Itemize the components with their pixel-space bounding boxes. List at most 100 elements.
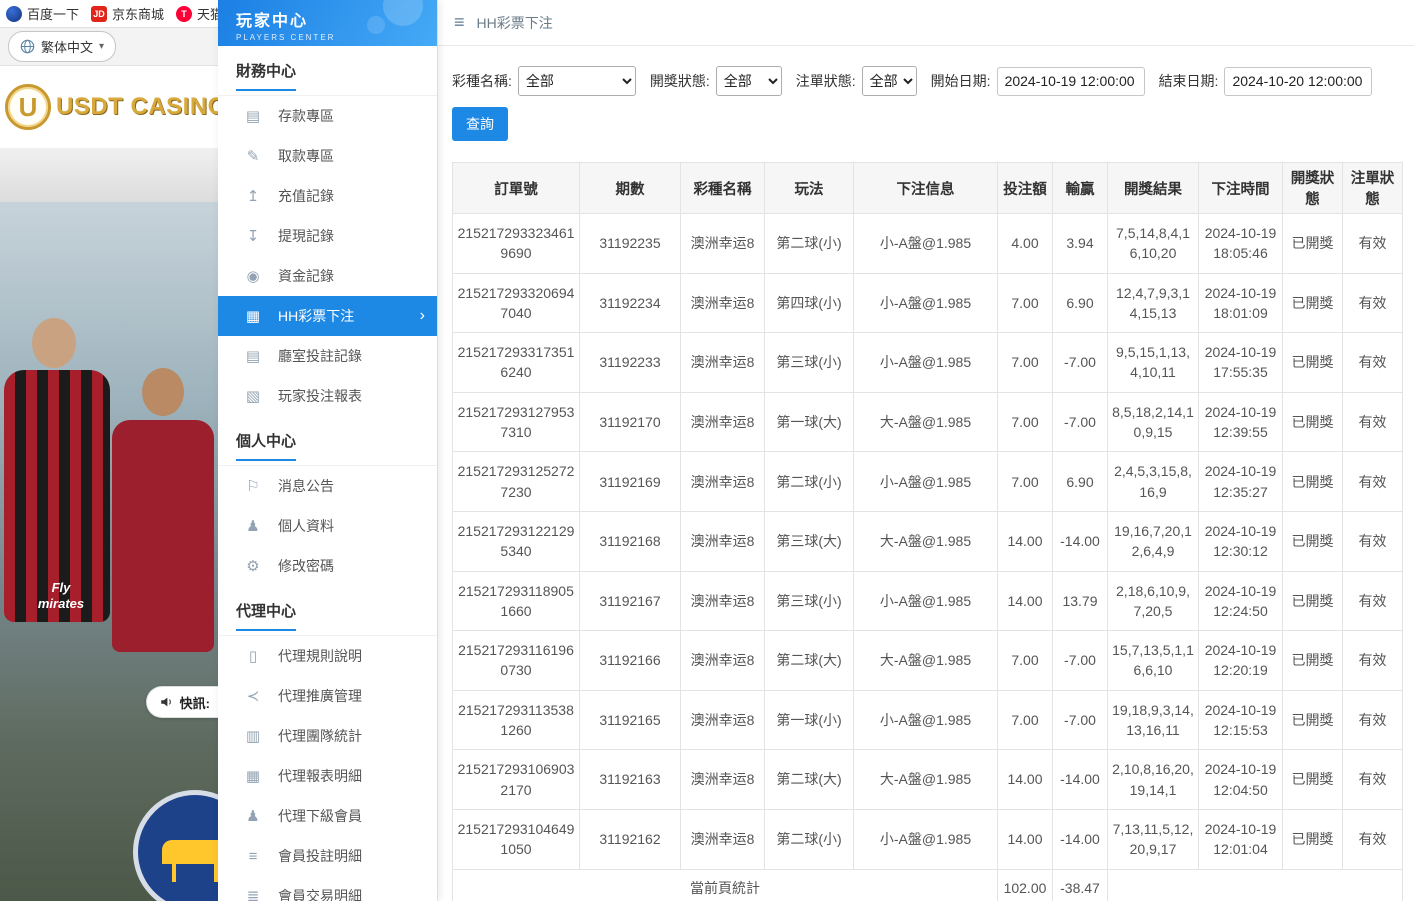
bookmark-item[interactable]: JD京东商城 (91, 4, 164, 23)
sidebar-item-recharge-record[interactable]: ↥充值記錄 (218, 176, 437, 216)
hero-strip (0, 148, 218, 202)
bookmark-item[interactable]: 百度一下 (6, 4, 79, 23)
sidebar-item-share[interactable]: ≺ 代理推廣管理 (218, 676, 437, 716)
sub-members-icon: ♟ (244, 807, 262, 825)
speaker-icon (159, 695, 174, 709)
ticker-label: 快訊: (180, 693, 210, 712)
query-button[interactable]: 查詢 (452, 107, 508, 141)
sidebar-item-hall-bet-record[interactable]: ▤廳室投註記錄 (218, 336, 437, 376)
play-cell: 第二球(大) (765, 631, 854, 691)
order-status-cell: 有效 (1343, 452, 1403, 512)
table-row: 215217293317351624031192233澳洲幸运8第三球(小)小-… (453, 333, 1403, 393)
order-status-cell: 有效 (1343, 392, 1403, 452)
sidebar-item-label: 代理推廣管理 (278, 686, 362, 706)
sidebar-item-lottery-bet[interactable]: ▦HH彩票下注› (218, 296, 437, 336)
sidebar-item-member-trade-detail[interactable]: ≣會員交易明細 (218, 876, 437, 901)
bet-amount-cell: 7.00 (998, 631, 1053, 691)
lottery-name-cell: 澳洲幸运8 (681, 750, 765, 810)
win-loss-cell: -7.00 (1053, 631, 1108, 691)
language-selector[interactable]: 繁体中文 ▾ (8, 31, 116, 62)
sidebar-item-label: 修改密碼 (278, 556, 334, 576)
sidebar-item-agent-report[interactable]: ▦代理報表明細 (218, 756, 437, 796)
sidebar-item-bell[interactable]: ⚐消息公告 (218, 466, 437, 506)
bet-info-cell: 大-A盤@1.985 (854, 511, 998, 571)
bets-table-wrap: 訂單號期數彩種名稱玩法下注信息投注額輸贏開獎結果下注時間開獎狀態注單狀態 215… (452, 162, 1400, 901)
column-header: 下注時間 (1199, 163, 1283, 214)
draw-result-cell: 15,7,13,5,1,16,6,10 (1108, 631, 1199, 691)
period-cell: 31192162 (580, 809, 681, 869)
menu-toggle-icon[interactable]: ≡ (454, 12, 465, 33)
sidebar-item-doc[interactable]: ▯代理規則說明 (218, 636, 437, 676)
gear-icon: ⚙ (244, 557, 262, 575)
page-title: HH彩票下注 (477, 13, 553, 33)
lottery-bet-icon: ▦ (244, 307, 262, 325)
order-status-cell: 有效 (1343, 571, 1403, 631)
sidebar-item-label: 充值記錄 (278, 186, 334, 206)
period-cell: 31192163 (580, 750, 681, 810)
column-header: 注單狀態 (1343, 163, 1403, 214)
sidebar-item-deposit[interactable]: ▤存款專區 (218, 96, 437, 136)
win-loss-cell: -7.00 (1053, 333, 1108, 393)
sidebar-item-user[interactable]: ♟個人資料 (218, 506, 437, 546)
bet-time-cell: 2024-10-19 18:05:46 (1199, 214, 1283, 274)
table-row: 215217293122129534031192168澳洲幸运8第三球(大)大-… (453, 511, 1403, 571)
draw-status-cell: 已開獎 (1283, 690, 1343, 750)
bet-time-cell: 2024-10-19 12:01:04 (1199, 809, 1283, 869)
sidebar-item-label: 消息公告 (278, 476, 334, 496)
draw-status-select[interactable]: 全部 (716, 66, 782, 96)
sidebar-item-bet-report[interactable]: ▧玩家投注報表 (218, 376, 437, 416)
bet-info-cell: 大-A盤@1.985 (854, 750, 998, 810)
start-date-input[interactable] (997, 67, 1145, 96)
table-row: 215217293104649105031192162澳洲幸运8第二球(小)小-… (453, 809, 1403, 869)
lottery-select[interactable]: 全部 (518, 66, 636, 96)
sidebar-section-title: 個人中心 (218, 430, 437, 466)
start-date-label: 開始日期: (931, 71, 991, 91)
sidebar-item-member-bet-detail[interactable]: ≡會員投註明細 (218, 836, 437, 876)
sidebar-item-withdraw[interactable]: ✎取款專區 (218, 136, 437, 176)
draw-status-cell: 已開獎 (1283, 452, 1343, 512)
draw-status-cell: 已開獎 (1283, 273, 1343, 333)
user-icon: ♟ (244, 517, 262, 535)
sidebar-item-team-stats[interactable]: ▥代理團隊統計 (218, 716, 437, 756)
draw-result-cell: 7,5,14,8,4,16,10,20 (1108, 214, 1199, 274)
sidebar-item-gear[interactable]: ⚙ 修改密碼 (218, 546, 437, 586)
sidebar-item-cashout-record[interactable]: ↧提現記錄 (218, 216, 437, 256)
bet-amount-cell: 4.00 (998, 214, 1053, 274)
order-status-select[interactable]: 全部 (862, 66, 917, 96)
bet-amount-cell: 7.00 (998, 690, 1053, 750)
bet-amount-cell: 7.00 (998, 273, 1053, 333)
sidebar-item-label: 存款專區 (278, 106, 334, 126)
draw-result-cell: 7,13,11,5,12,20,9,17 (1108, 809, 1199, 869)
summary-row: 當前頁統計102.00-38.47 (453, 869, 1403, 901)
lottery-name-cell: 澳洲幸运8 (681, 333, 765, 393)
order-no-cell: 2152172933206947040 (453, 273, 580, 333)
bet-time-cell: 2024-10-19 12:30:12 (1199, 511, 1283, 571)
order-status-cell: 有效 (1343, 631, 1403, 691)
member-trade-detail-icon: ≣ (244, 887, 262, 901)
news-ticker[interactable]: 快訊: (146, 686, 218, 718)
end-date-input[interactable] (1224, 67, 1372, 96)
column-header: 開獎結果 (1108, 163, 1199, 214)
site-logo[interactable]: U USDT CASINO (0, 66, 218, 148)
win-loss-cell: -14.00 (1053, 750, 1108, 810)
order-no-cell: 2152172931069032170 (453, 750, 580, 810)
bet-info-cell: 大-A盤@1.985 (854, 392, 998, 452)
order-status-cell: 有效 (1343, 511, 1403, 571)
draw-result-cell: 9,5,15,1,13,4,10,11 (1108, 333, 1199, 393)
column-header: 彩種名稱 (681, 163, 765, 214)
photo-player-left-shirt: Fly mirates (4, 370, 110, 622)
draw-result-cell: 19,16,7,20,12,6,4,9 (1108, 511, 1199, 571)
baidu-favicon (6, 6, 22, 22)
bet-info-cell: 小-A盤@1.985 (854, 571, 998, 631)
column-header: 投注額 (998, 163, 1053, 214)
bridge-icon (162, 840, 218, 864)
share-icon: ≺ (244, 687, 262, 705)
period-cell: 31192234 (580, 273, 681, 333)
order-status-cell: 有效 (1343, 333, 1403, 393)
draw-status-cell: 已開獎 (1283, 571, 1343, 631)
sidebar-item-sub-members[interactable]: ♟代理下級會員 (218, 796, 437, 836)
bookmark-item[interactable]: T天猫 (176, 4, 218, 23)
end-date-label: 結束日期: (1159, 71, 1219, 91)
play-cell: 第一球(大) (765, 392, 854, 452)
sidebar-item-funds-record[interactable]: ◉資金記錄 (218, 256, 437, 296)
